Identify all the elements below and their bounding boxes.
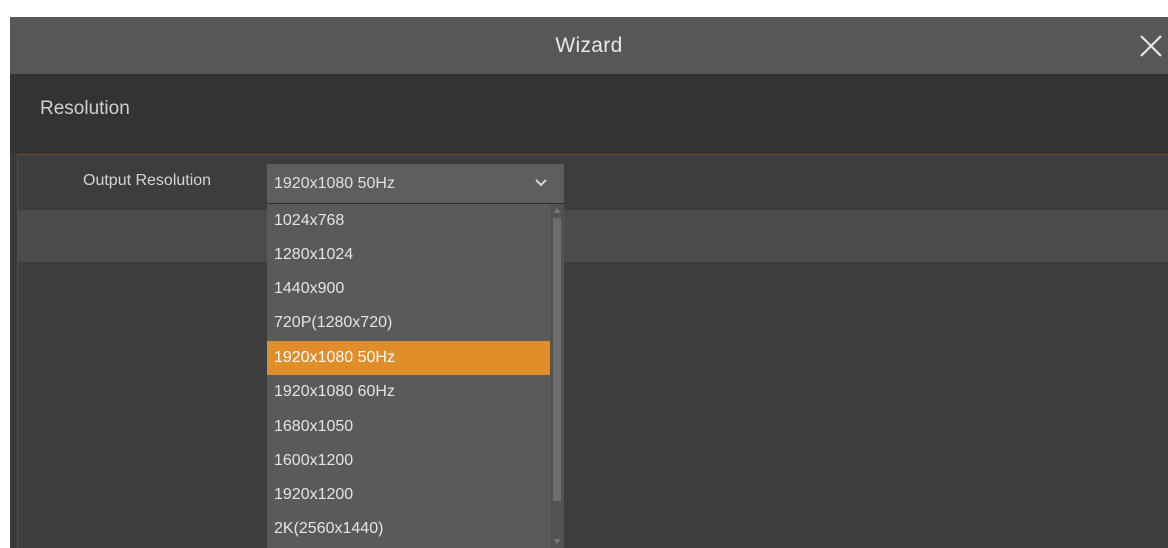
- scrollbar-thumb[interactable]: [553, 218, 561, 501]
- output-resolution-label: Output Resolution: [83, 172, 212, 189]
- option-2k[interactable]: 2K(2560x1440): [267, 512, 550, 546]
- output-resolution-selected-value: 1920x1080 50Hz: [274, 175, 395, 192]
- option-1920x1080-60hz[interactable]: 1920x1080 60Hz: [267, 375, 550, 409]
- option-1600x1200[interactable]: 1600x1200: [267, 444, 550, 478]
- window-title: Wizard: [555, 34, 623, 57]
- wizard-window: Wizard Resolution Output Resolution 1920…: [10, 17, 1168, 548]
- option-720p[interactable]: 720P(1280x720): [267, 306, 550, 340]
- dropdown-scrollbar[interactable]: [550, 204, 564, 548]
- title-bar: Wizard: [10, 17, 1168, 74]
- close-icon: [1140, 35, 1162, 57]
- settings-row-band: [18, 210, 1168, 262]
- chevron-down-icon: [535, 179, 547, 187]
- option-1920x1080-50hz[interactable]: 1920x1080 50Hz: [267, 341, 550, 375]
- option-1920x1200[interactable]: 1920x1200: [267, 478, 550, 512]
- option-1024x768[interactable]: 1024x768: [267, 204, 550, 238]
- option-1440x900[interactable]: 1440x900: [267, 272, 550, 306]
- scroll-up-arrow-icon[interactable]: [553, 207, 561, 213]
- option-1280x1024[interactable]: 1280x1024: [267, 238, 550, 272]
- close-button[interactable]: [1134, 29, 1168, 63]
- scroll-down-arrow-icon[interactable]: [553, 539, 561, 545]
- resolution-dropdown-list: 1024x768 1280x1024 1440x900 720P(1280x72…: [267, 204, 564, 548]
- section-title: Resolution: [40, 98, 130, 119]
- section-header: Resolution: [10, 74, 1168, 154]
- option-1680x1050[interactable]: 1680x1050: [267, 410, 550, 444]
- output-resolution-select[interactable]: 1920x1080 50Hz: [267, 164, 564, 204]
